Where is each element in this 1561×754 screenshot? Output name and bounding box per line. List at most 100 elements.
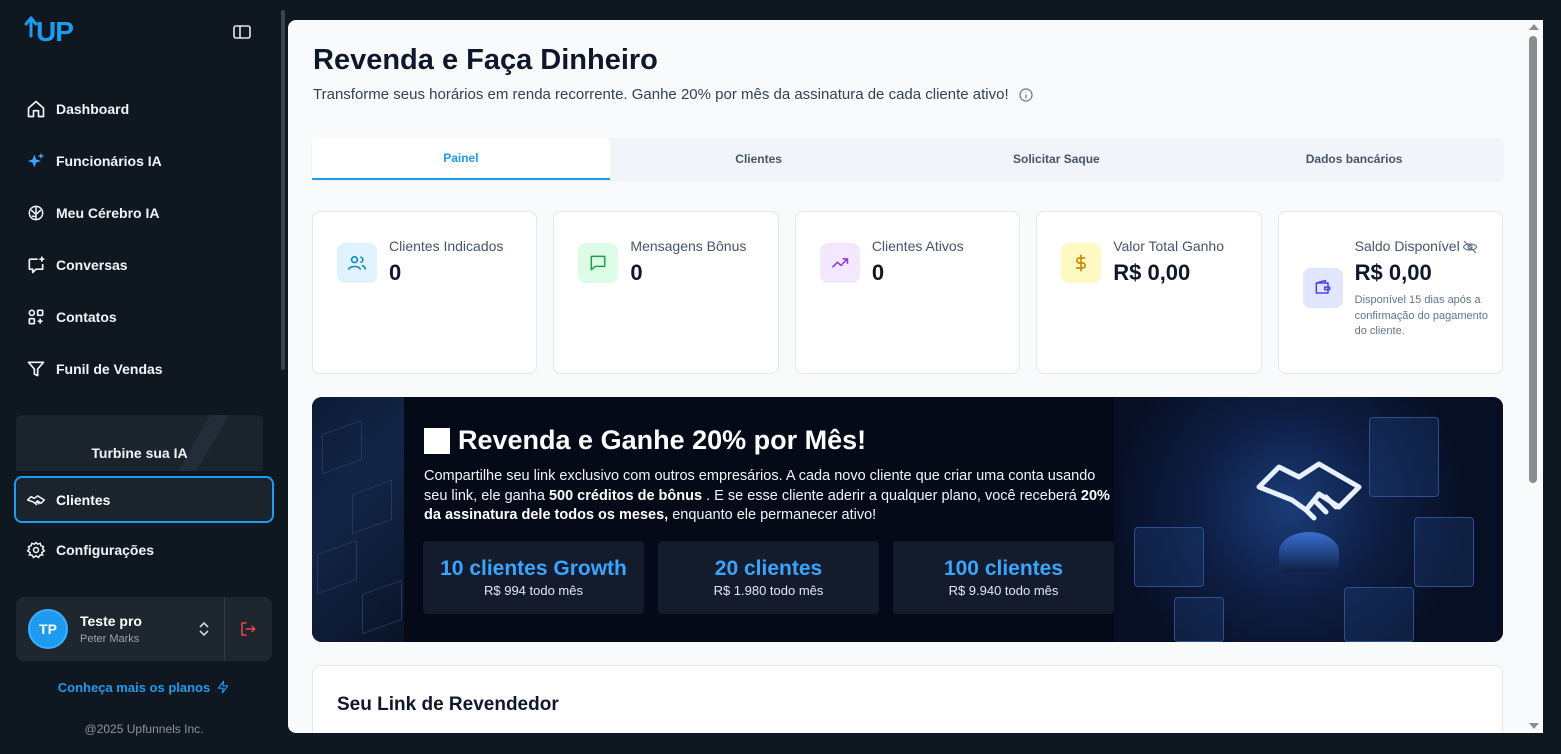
hero-text-part: . E se esse cliente aderir a qualquer pl… xyxy=(702,487,1081,504)
hero-bold-bonus: 500 créditos de bônus xyxy=(548,487,703,504)
card-note: Disponível 15 dias após a confirmação do… xyxy=(1354,294,1488,337)
dollar-icon xyxy=(1076,254,1087,272)
logout-icon[interactable] xyxy=(239,620,257,638)
hero-description: Compartilhe seu link exclusivo com outro… xyxy=(424,467,1114,526)
hero-text-part: enquanto ele permanecer ativo! xyxy=(668,507,877,523)
tab-bar: Painel Clientes Solicitar Saque Dados ba… xyxy=(312,138,1503,180)
square-icon xyxy=(424,427,450,454)
card-saldo-disponivel: Saldo Disponível R$ 0,00 Disponível 15 d… xyxy=(1277,211,1504,374)
card-label: Valor Total Ganho xyxy=(1113,238,1224,254)
promo-decoration xyxy=(173,415,233,471)
chat-icon xyxy=(28,256,45,274)
card-clientes-ativos: Clientes Ativos 0 xyxy=(794,211,1021,374)
user-name: Teste pro xyxy=(80,613,142,629)
wallet-icon xyxy=(1315,279,1331,294)
card-label: Saldo Disponível xyxy=(1354,238,1460,254)
sidebar-item-label: Clientes xyxy=(56,491,111,508)
card-value: 0 xyxy=(389,260,402,285)
plans-link[interactable]: Conheça mais os planos xyxy=(0,680,288,695)
sparkles-icon xyxy=(27,152,45,168)
sidebar-item-dashboard[interactable]: Dashboard xyxy=(16,83,272,135)
sidebar: UP Dashboard Funcionários IA Meu Cérebro… xyxy=(0,0,288,754)
sidebar-item-label: Dashboard xyxy=(56,101,130,117)
eye-off-icon[interactable] xyxy=(1462,239,1478,255)
stat-subtitle: R$ 994 todo mês xyxy=(483,583,583,598)
chevron-up-down-icon[interactable] xyxy=(196,621,212,637)
tab-solicitar-saque[interactable]: Solicitar Saque xyxy=(908,138,1206,180)
tab-painel[interactable]: Painel xyxy=(312,138,610,180)
stat-box: 100 clientes R$ 9.940 todo mês xyxy=(893,541,1114,614)
stat-subtitle: R$ 1.980 todo mês xyxy=(713,583,824,598)
card-mensagens-bonus: Mensagens Bônus 0 xyxy=(553,211,779,374)
sidebar-item-funcionarios-ia[interactable]: Funcionários IA xyxy=(16,135,272,187)
card-icon-box xyxy=(819,243,860,283)
sidebar-item-label: Contatos xyxy=(56,309,117,325)
sidebar-item-label: Meu Cérebro IA xyxy=(56,205,160,221)
handshake-icon xyxy=(1256,461,1362,521)
stat-box: 10 clientes Growth R$ 994 todo mês xyxy=(423,541,644,614)
tab-dados-bancarios[interactable]: Dados bancários xyxy=(1205,138,1503,180)
card-label: Clientes Indicados xyxy=(389,238,504,254)
sidebar-scrollbar-thumb[interactable] xyxy=(281,10,285,370)
sidebar-toggle-icon[interactable] xyxy=(232,24,252,40)
plans-link-label: Conheça mais os planos xyxy=(57,680,211,695)
sidebar-scrollbar[interactable] xyxy=(278,0,288,470)
card-value: 0 xyxy=(871,260,885,285)
hero-title: Revenda e Ganhe 20% por Mês! xyxy=(424,425,866,456)
avatar: TP xyxy=(28,609,68,649)
pedestal-shape xyxy=(1279,532,1339,572)
card-label: Mensagens Bônus xyxy=(630,238,747,254)
card-icon-box xyxy=(578,243,619,283)
stat-subtitle: R$ 9.940 todo mês xyxy=(948,583,1059,598)
stats-cards: Clientes Indicados 0 Mensagens Bônus 0 C… xyxy=(312,211,1504,374)
stat-title: 100 clientes xyxy=(943,557,1064,580)
scroll-up-arrow-icon[interactable] xyxy=(1529,24,1539,30)
sidebar-item-label: Conversas xyxy=(56,257,128,273)
sidebar-item-label: Funil de Vendas xyxy=(56,361,163,377)
card-clientes-indicados: Clientes Indicados 0 xyxy=(312,211,538,374)
user-subtitle: Peter Marks xyxy=(80,633,140,645)
sidebar-item-funil-de-vendas[interactable]: Funil de Vendas xyxy=(16,343,272,395)
logo-text: UP xyxy=(36,16,74,47)
stat-title: 20 clientes xyxy=(714,557,823,580)
brain-icon xyxy=(28,205,44,221)
sidebar-item-configuracoes[interactable]: Configurações xyxy=(16,524,272,576)
hero-left-art xyxy=(312,397,404,642)
home-icon xyxy=(27,100,45,118)
hero-stats: 10 clientes Growth R$ 994 todo mês 20 cl… xyxy=(423,541,1114,614)
gear-icon xyxy=(26,541,46,559)
handshake-icon xyxy=(26,494,46,506)
reseller-link-card: Seu Link de Revendedor xyxy=(312,665,1503,733)
card-value: 0 xyxy=(630,260,643,285)
hero-handshake-art xyxy=(1114,397,1503,642)
sidebar-item-meu-cerebro-ia[interactable]: Meu Cérebro IA xyxy=(16,187,272,239)
user-card[interactable]: TP Teste pro Peter Marks xyxy=(16,597,272,661)
card-valor-total-ganho: Valor Total Ganho R$ 0,00 xyxy=(1036,211,1262,374)
scroll-down-arrow-icon[interactable] xyxy=(1529,723,1539,729)
tab-clientes[interactable]: Clientes xyxy=(610,138,908,180)
logo[interactable]: UP xyxy=(24,16,74,48)
stat-title: 10 clientes Growth xyxy=(440,557,627,580)
sidebar-item-contatos[interactable]: Contatos xyxy=(16,291,272,343)
stat-box: 20 clientes R$ 1.980 todo mês xyxy=(658,541,879,614)
card-icon-box xyxy=(1061,243,1102,283)
page-title: Revenda e Faça Dinheiro xyxy=(313,44,658,76)
sidebar-item-clientes[interactable]: Clientes xyxy=(14,476,274,523)
sidebar-item-label: Configurações xyxy=(56,542,155,558)
lightning-icon xyxy=(217,680,229,694)
sidebar-item-conversas[interactable]: Conversas xyxy=(16,239,272,291)
message-icon xyxy=(590,255,606,271)
card-value: R$ 0,00 xyxy=(1113,260,1191,285)
trending-up-icon xyxy=(831,258,849,268)
card-label: Clientes Ativos xyxy=(871,238,964,254)
promo-banner[interactable]: Turbine sua IA xyxy=(16,415,263,471)
info-icon[interactable] xyxy=(1018,87,1034,103)
main-content: Revenda e Faça Dinheiro Transforme seus … xyxy=(288,20,1543,733)
promo-title: Turbine sua IA xyxy=(91,445,188,461)
users-icon xyxy=(347,256,367,270)
main-scrollbar-thumb[interactable] xyxy=(1529,36,1537,483)
reseller-hero-banner: Revenda e Ganhe 20% por Mês! Compartilhe… xyxy=(312,397,1503,642)
hero-title-text: Revenda e Ganhe 20% por Mês! xyxy=(458,425,867,455)
main-scrollbar[interactable] xyxy=(1526,20,1542,733)
contacts-icon xyxy=(28,309,44,325)
